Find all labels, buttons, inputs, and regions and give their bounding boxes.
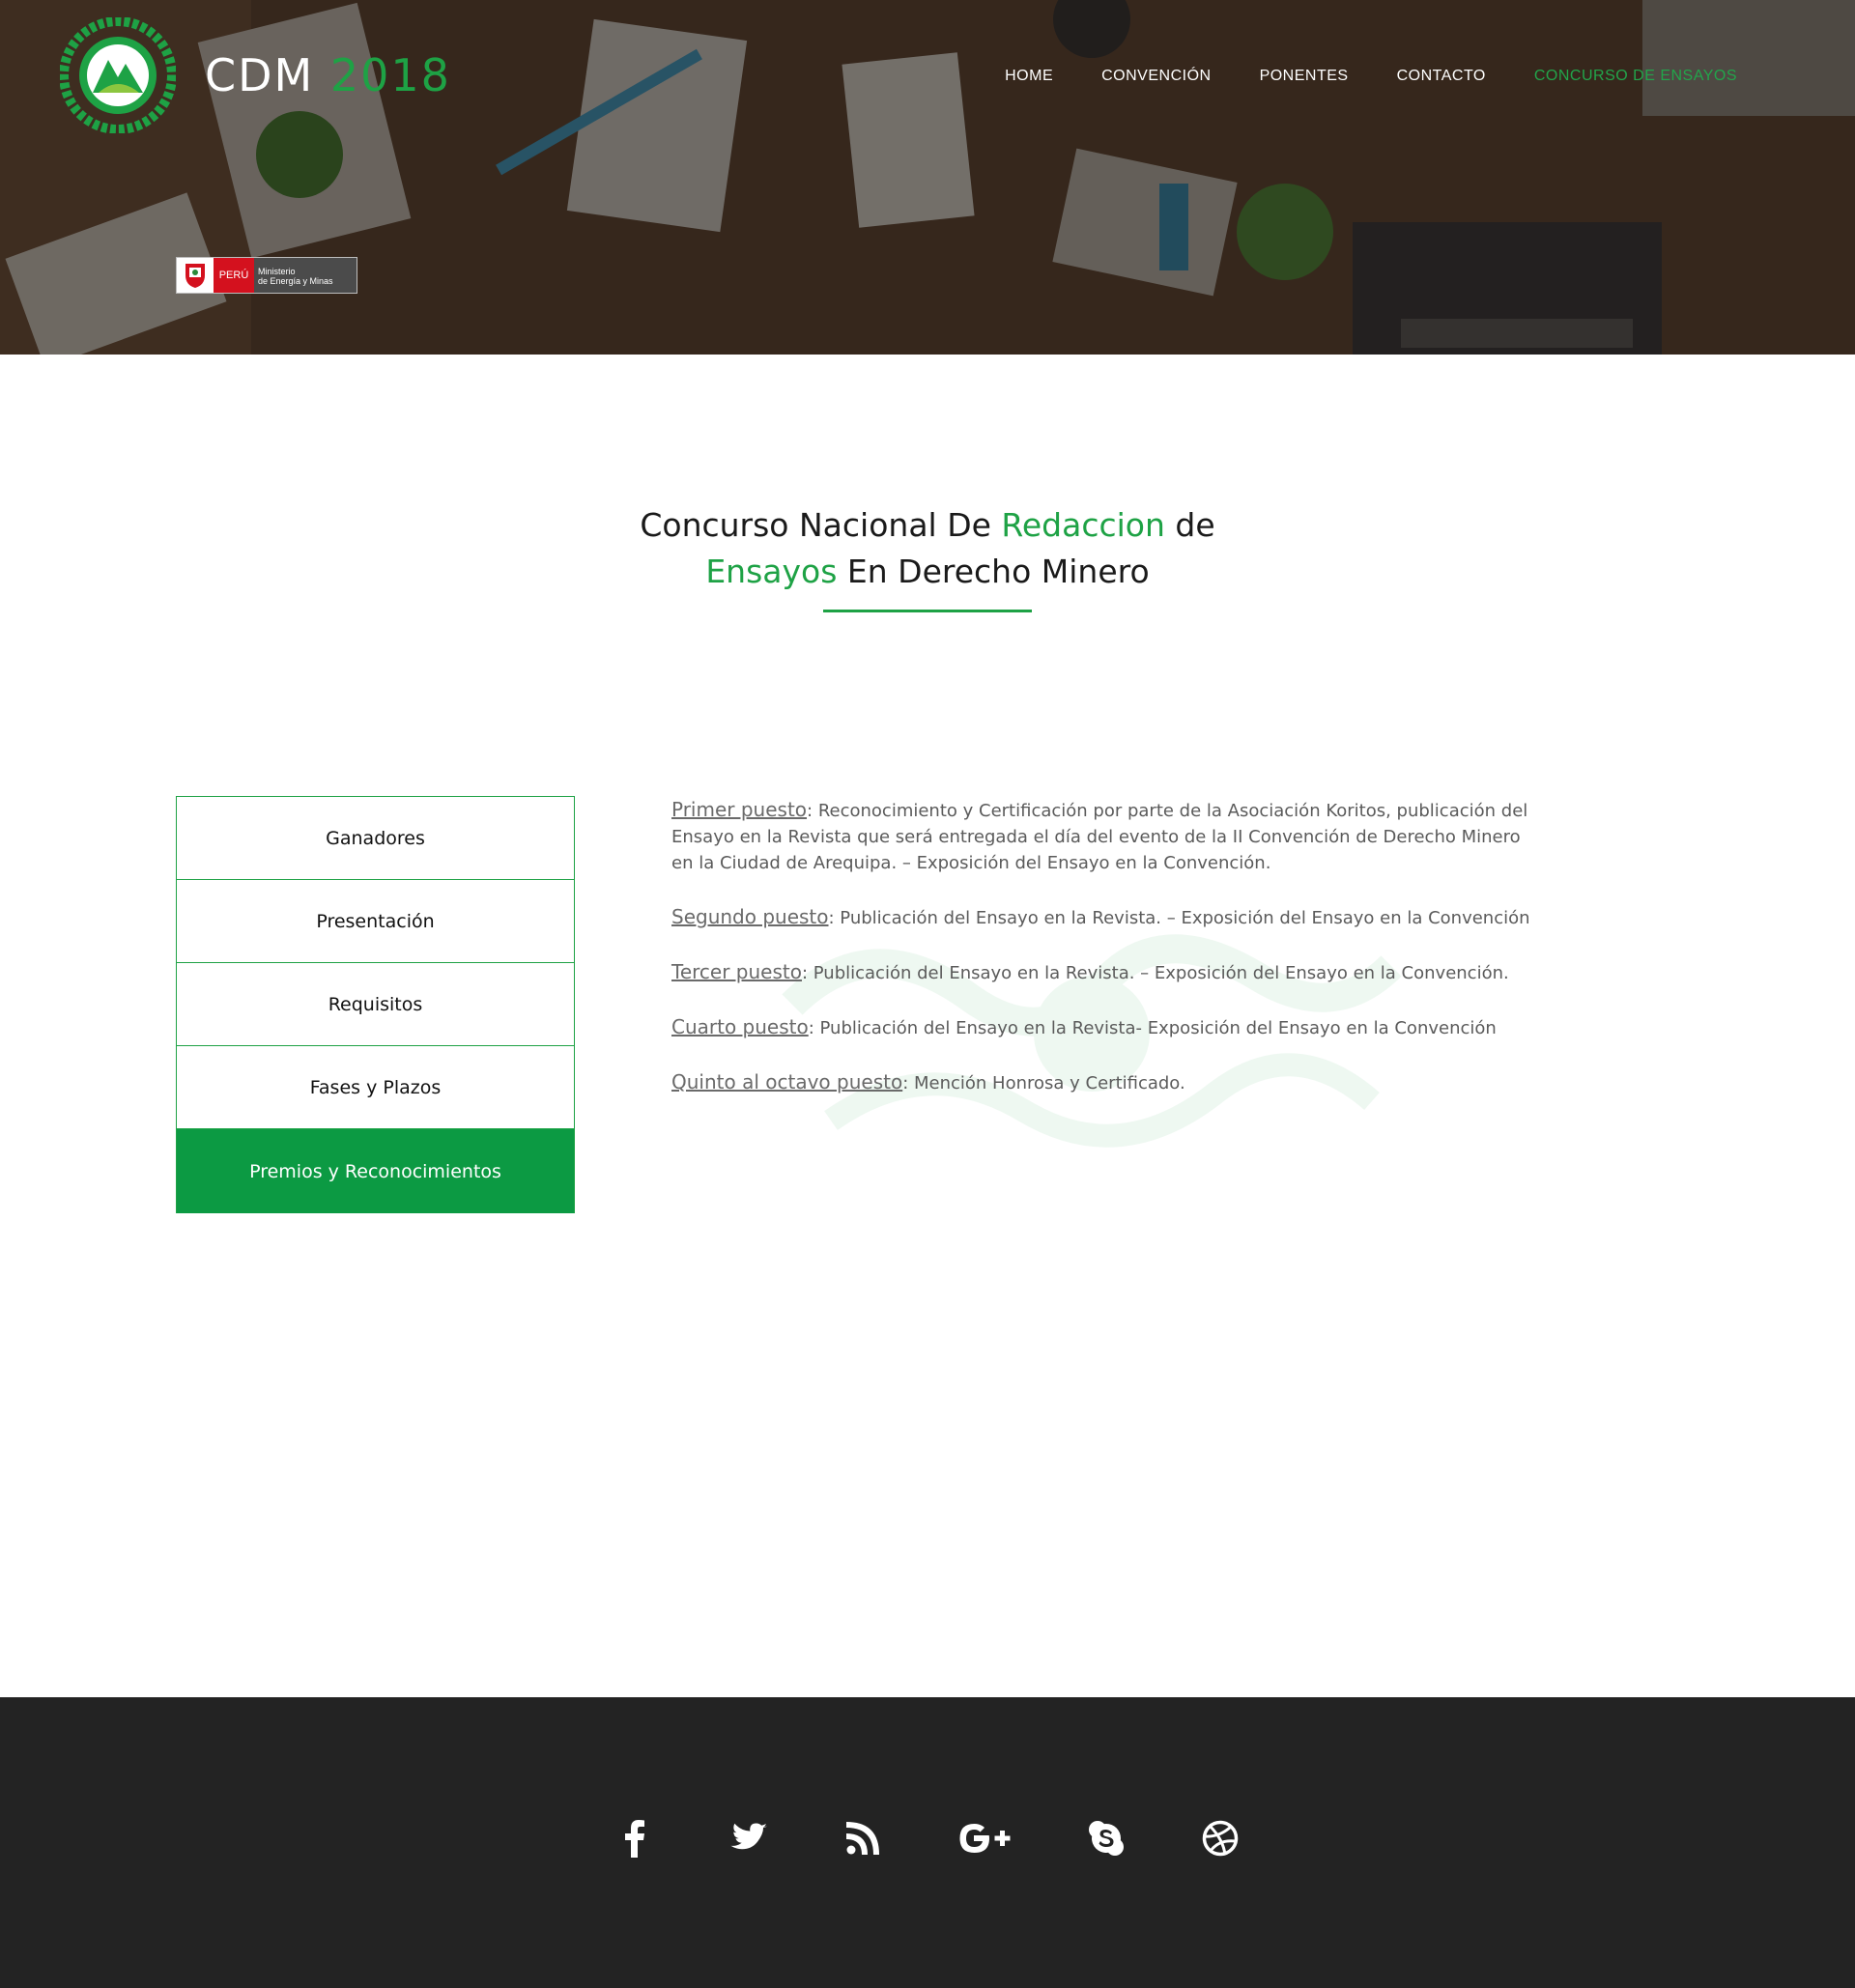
title-part-5: En Derecho Minero xyxy=(837,553,1150,590)
prize-first: Primer puesto: Reconocimiento y Certific… xyxy=(671,797,1531,876)
prize-label: Segundo puesto xyxy=(671,905,829,928)
prize-label: Primer puesto xyxy=(671,798,808,821)
nav-concurso-de-ensayos[interactable]: CONCURSO DE ENSAYOS xyxy=(1534,68,1737,85)
prize-text: : Publicación del Ensayo en la Revista. … xyxy=(801,963,1509,983)
tab-presentacion[interactable]: Presentación xyxy=(177,880,574,963)
site-footer xyxy=(0,1697,1855,1988)
ministry-line-1: Ministerio xyxy=(258,267,296,276)
prize-second: Segundo puesto: Publicación del Ensayo e… xyxy=(671,904,1531,931)
page-title: Concurso Nacional De Redaccion de Ensayo… xyxy=(0,502,1855,595)
prize-label: Cuarto puesto xyxy=(671,1015,809,1038)
section-tabs: Ganadores Presentación Requisitos Fases … xyxy=(176,796,575,1213)
title-part-2: Redaccion xyxy=(1001,506,1165,544)
section-heading: Concurso Nacional De Redaccion de Ensayo… xyxy=(0,502,1855,612)
tab-fases-y-plazos[interactable]: Fases y Plazos xyxy=(177,1046,574,1129)
rss-icon[interactable] xyxy=(843,1817,882,1860)
prize-text: : Publicación del Ensayo en la Revista. … xyxy=(828,908,1530,928)
title-part-1: Concurso Nacional De xyxy=(640,506,1002,544)
heading-underline xyxy=(823,610,1032,612)
nav-ponentes[interactable]: PONENTES xyxy=(1260,68,1349,85)
main-nav: HOME CONVENCIÓN PONENTES CONTACTO CONCUR… xyxy=(1005,68,1737,85)
google-plus-icon[interactable] xyxy=(957,1817,1012,1860)
cdm-logo-icon xyxy=(60,17,176,133)
twitter-icon[interactable] xyxy=(729,1817,768,1860)
facebook-icon[interactable] xyxy=(615,1817,654,1860)
prize-text: : Publicación del Ensayo en la Revista- … xyxy=(808,1018,1497,1038)
title-part-3: de xyxy=(1164,506,1215,544)
prize-fourth: Cuarto puesto: Publicación del Ensayo en… xyxy=(671,1014,1531,1041)
title-part-4: Ensayos xyxy=(705,553,838,590)
nav-contacto[interactable]: CONTACTO xyxy=(1397,68,1486,85)
tab-premios-y-reconocimientos[interactable]: Premios y Reconocimientos xyxy=(177,1129,574,1213)
prizes-content: Primer puesto: Reconocimiento y Certific… xyxy=(671,797,1531,1124)
dribbble-icon[interactable] xyxy=(1201,1817,1240,1860)
brand-name: CDM xyxy=(205,49,315,101)
nav-convencion[interactable]: CONVENCIÓN xyxy=(1101,68,1211,85)
prize-fifth-to-eighth: Quinto al octavo puesto: Mención Honrosa… xyxy=(671,1069,1531,1096)
prize-label: Quinto al octavo puesto xyxy=(671,1070,903,1093)
prize-label: Tercer puesto xyxy=(671,960,802,983)
ministry-line-2: de Energía y Minas xyxy=(258,276,333,286)
brand-year: 2018 xyxy=(329,49,451,101)
nav-home[interactable]: HOME xyxy=(1005,68,1053,85)
sponsor-ministry: Ministerio de Energía y Minas xyxy=(254,258,357,293)
sponsor-country: PERÚ xyxy=(214,258,254,293)
prize-text: : Mención Honrosa y Certificado. xyxy=(902,1073,1185,1093)
social-links xyxy=(0,1817,1855,1860)
hero-header: CDM 2018 HOME CONVENCIÓN PONENTES CONTAC… xyxy=(0,0,1855,355)
brand-title: CDM 2018 xyxy=(205,49,451,101)
tab-ganadores[interactable]: Ganadores xyxy=(177,797,574,880)
ministry-sponsor-logo[interactable]: PERÚ Ministerio de Energía y Minas xyxy=(176,257,357,294)
skype-icon[interactable] xyxy=(1087,1817,1126,1860)
prize-third: Tercer puesto: Publicación del Ensayo en… xyxy=(671,959,1531,986)
site-brand[interactable]: CDM 2018 xyxy=(60,17,451,133)
tab-requisitos[interactable]: Requisitos xyxy=(177,963,574,1046)
peru-shield-icon xyxy=(177,258,214,293)
